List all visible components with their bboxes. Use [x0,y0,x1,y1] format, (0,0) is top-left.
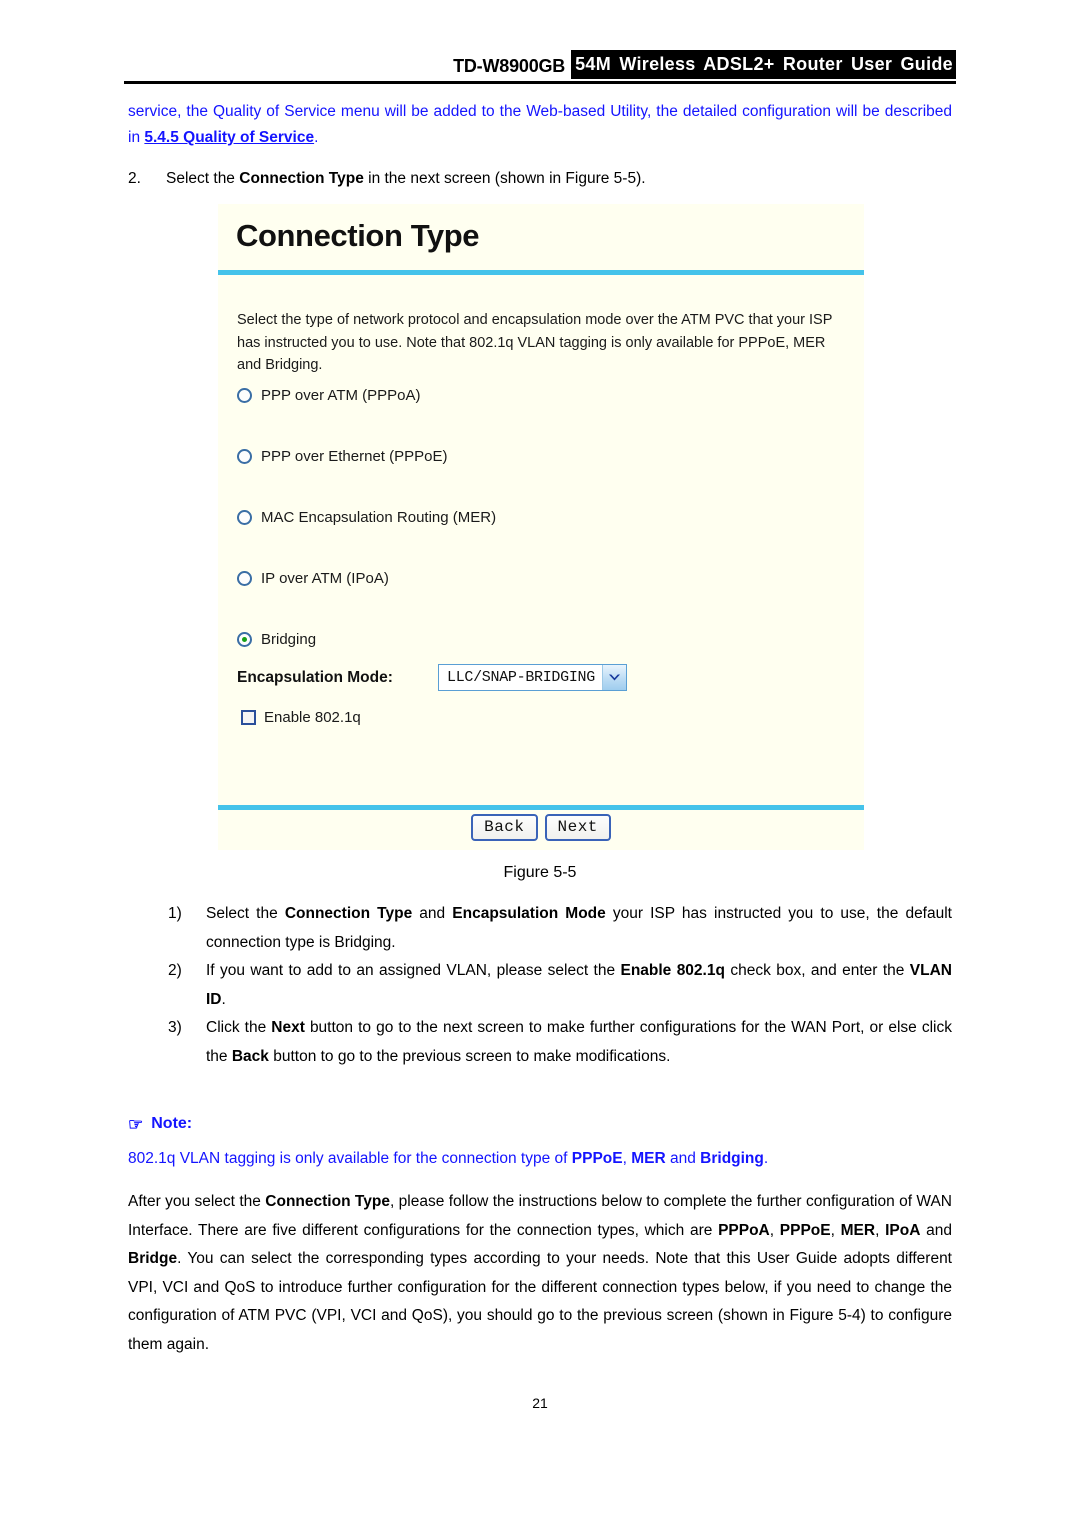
panel-bottom-divider [218,805,864,810]
header-divider-rule [124,81,956,84]
enable-8021q-label: Enable 802.1q [264,709,361,726]
radio-icon-pppoe[interactable] [237,449,252,464]
page-header: TD-W8900GB 54M Wireless ADSL2+ Router Us… [124,50,956,84]
option-label-mer: MAC Encapsulation Routing (MER) [261,509,497,526]
connection-type-option-ipoa[interactable]: IP over ATM (IPoA) [237,570,389,587]
list-item: 3) Click the Next button to go to the ne… [168,1014,952,1071]
header-model-name: TD-W8900GB [453,56,566,76]
intro-paragraph: service, the Quality of Service menu wil… [128,99,952,151]
note-heading: ☞ Note: [128,1115,192,1133]
router-screenshot-panel: Connection Type Select the type of netwo… [218,204,864,850]
next-button[interactable]: Next [544,814,611,841]
checkbox-icon-enable-8021q[interactable] [241,710,256,725]
list-item-marker: 3) [168,1019,182,1036]
step-two-bold-term: Connection Type [239,170,364,187]
option-label-pppoe: PPP over Ethernet (PPPoE) [261,448,448,465]
encapsulation-mode-select[interactable]: LLC/SNAP-BRIDGING [438,664,627,691]
encapsulation-mode-row: Encapsulation Mode: LLC/SNAP-BRIDGING [237,664,627,691]
numbered-instruction-list: 1) Select the Connection Type and Encaps… [168,900,952,1071]
step-two-text-after: in the next screen (shown in Figure 5-5)… [363,170,646,187]
list-item: 1) Select the Connection Type and Encaps… [168,900,952,957]
radio-icon-pppoa[interactable] [237,388,252,403]
step-two-instruction: 2. Select the Connection Type in the next… [128,167,952,191]
list-item-marker: 1) [168,905,182,922]
list-item: 2) If you want to add to an assigned VLA… [168,957,952,1014]
chevron-down-icon[interactable] [601,665,626,690]
connection-type-option-pppoa[interactable]: PPP over ATM (PPPoA) [237,387,421,404]
list-item-marker: 2) [168,962,182,979]
header-title-group: TD-W8900GB 54M Wireless ADSL2+ Router Us… [453,50,956,79]
step-two-marker: 2. [128,170,141,187]
panel-description: Select the type of network protocol and … [237,312,833,373]
note-body: 802.1q VLAN tagging is only available fo… [128,1150,769,1167]
pointing-hand-icon: ☞ [128,1114,144,1134]
radio-icon-mer[interactable] [237,510,252,525]
step-two-text-before: Select the [166,170,240,187]
back-button[interactable]: Back [471,814,538,841]
list-item-text: Click the Next button to go to the next … [206,1019,952,1065]
connection-type-option-pppoe[interactable]: PPP over Ethernet (PPPoE) [237,448,447,465]
connection-type-option-mer[interactable]: MAC Encapsulation Routing (MER) [237,509,496,526]
closing-paragraph: After you select the Connection Type, pl… [128,1193,953,1353]
option-label-pppoa: PPP over ATM (PPPoA) [261,387,421,404]
note-title: Note: [151,1115,193,1132]
panel-button-bar: Back Next [218,814,864,841]
radio-icon-bridging[interactable] [237,632,252,647]
option-label-ipoa: IP over ATM (IPoA) [261,570,389,587]
list-item-text: Select the Connection Type and Encapsula… [206,905,952,951]
connection-type-option-bridging[interactable]: Bridging [237,631,316,648]
header-product-title: 54M Wireless ADSL2+ Router User Guide [571,50,956,79]
list-item-text: If you want to add to an assigned VLAN, … [206,962,952,1008]
encapsulation-mode-label: Encapsulation Mode: [237,668,393,686]
encapsulation-mode-value: LLC/SNAP-BRIDGING [447,669,595,686]
panel-title: Connection Type [236,218,480,253]
figure-caption: Figure 5-5 [503,864,577,881]
quality-of-service-link[interactable]: 5.4.5 Quality of Service [144,129,314,146]
enable-8021q-row[interactable]: Enable 802.1q [241,709,361,726]
page-number: 21 [532,1395,548,1411]
intro-text-after: . [314,129,319,146]
option-label-bridging: Bridging [261,631,317,648]
panel-top-divider [218,270,864,275]
radio-icon-ipoa[interactable] [237,571,252,586]
